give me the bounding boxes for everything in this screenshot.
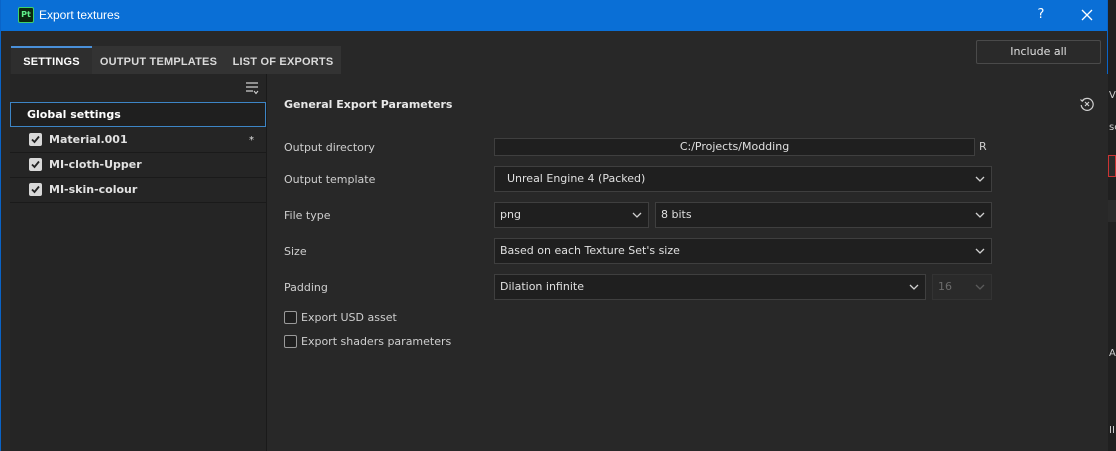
background-edge-text: II: [1109, 425, 1115, 436]
chevron-down-icon: [909, 284, 919, 290]
reset-directory-button[interactable]: R: [979, 138, 987, 156]
tab-list-of-exports[interactable]: LIST OF EXPORTS: [225, 46, 341, 74]
painter-app-icon: Pt: [18, 7, 34, 23]
checkmark-icon: [31, 135, 40, 144]
output-template-value: Unreal Engine 4 (Packed): [507, 172, 646, 185]
output-template-label: Output template: [284, 173, 376, 186]
material-row[interactable]: MI-cloth-Upper: [10, 153, 267, 178]
global-settings-item[interactable]: Global settings: [10, 102, 266, 127]
bit-depth-value: 8 bits: [661, 208, 692, 221]
close-button[interactable]: [1075, 5, 1099, 25]
size-label: Size: [284, 245, 307, 258]
material-checkbox[interactable]: [29, 183, 42, 196]
material-checkbox[interactable]: [29, 133, 42, 146]
padding-amount-dropdown[interactable]: 16: [932, 274, 992, 300]
file-type-label: File type: [284, 209, 331, 222]
size-dropdown[interactable]: Based on each Texture Set's size: [494, 238, 992, 264]
material-label: MI-cloth-Upper: [49, 158, 142, 171]
padding-dropdown[interactable]: Dilation infinite: [494, 274, 926, 300]
material-checkbox[interactable]: [29, 158, 42, 171]
material-label: MI-skin-colour: [49, 183, 138, 196]
texture-set-sidebar: Global settings Material.001 * MI-cloth-…: [10, 74, 267, 451]
section-title: General Export Parameters: [284, 98, 453, 111]
output-directory-label: Output directory: [284, 141, 375, 154]
padding-label: Padding: [284, 281, 328, 294]
bit-depth-dropdown[interactable]: 8 bits: [655, 202, 992, 228]
padding-value: Dilation infinite: [500, 280, 584, 293]
title-bar: Pt Export textures ?: [1, 0, 1107, 31]
tab-output-templates[interactable]: OUTPUT TEMPLATES: [92, 46, 225, 74]
tab-bar: SETTINGS OUTPUT TEMPLATES LIST OF EXPORT…: [11, 46, 341, 74]
checkmark-icon: [31, 160, 40, 169]
padding-amount-value: 16: [938, 280, 952, 293]
chevron-down-icon: [975, 248, 985, 254]
tab-settings[interactable]: SETTINGS: [11, 46, 92, 74]
background-app-edge-right: VE se Al II: [1108, 0, 1116, 451]
background-edge-swatch: [1108, 200, 1116, 222]
close-icon: [1081, 9, 1093, 21]
output-directory-field[interactable]: C:/Projects/Modding: [494, 138, 975, 156]
background-edge-text: se: [1109, 122, 1116, 133]
chevron-down-icon: [975, 176, 985, 182]
chevron-down-icon: [975, 284, 985, 290]
background-edge-text: VE: [1109, 90, 1116, 101]
include-all-button[interactable]: Include all: [976, 40, 1101, 64]
background-edge-text: Al: [1109, 348, 1116, 359]
material-row[interactable]: Material.001 *: [10, 128, 267, 153]
output-template-dropdown[interactable]: Unreal Engine 4 (Packed): [494, 166, 992, 192]
chevron-down-icon: [632, 212, 642, 218]
checkmark-icon: [31, 185, 40, 194]
chevron-down-icon: [975, 212, 985, 218]
background-edge-swatch: [1108, 155, 1116, 177]
reset-icon[interactable]: [1079, 96, 1095, 112]
checkbox-box[interactable]: [284, 335, 297, 348]
export-usd-checkbox[interactable]: Export USD asset: [284, 311, 404, 325]
export-shaders-checkbox[interactable]: Export shaders parameters: [284, 335, 451, 349]
size-value: Based on each Texture Set's size: [500, 244, 680, 257]
modified-marker: *: [249, 135, 254, 146]
list-options-icon[interactable]: [245, 81, 259, 95]
file-format-dropdown[interactable]: png: [494, 202, 649, 228]
file-format-value: png: [500, 208, 521, 221]
export-shaders-label: Export shaders parameters: [301, 335, 452, 348]
material-label: Material.001: [49, 133, 128, 146]
export-textures-dialog: Pt Export textures ? SETTINGS OUTPUT TEM…: [0, 0, 1108, 451]
export-parameters-panel: General Export Parameters Output directo…: [268, 74, 1108, 451]
checkbox-box[interactable]: [284, 311, 297, 324]
help-button[interactable]: ?: [1030, 5, 1052, 25]
window-title: Export textures: [39, 8, 120, 22]
export-usd-label: Export USD asset: [301, 311, 397, 324]
material-row[interactable]: MI-skin-colour: [10, 178, 267, 203]
